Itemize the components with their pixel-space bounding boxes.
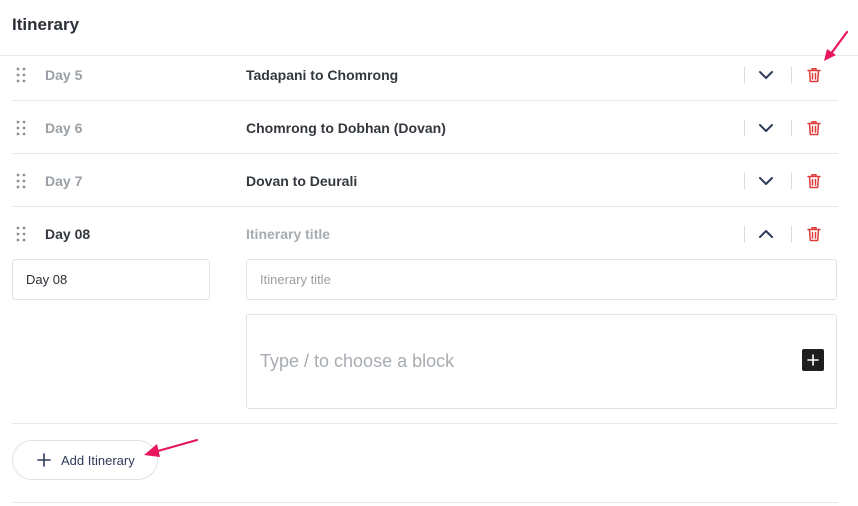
divider: [12, 502, 838, 503]
row-title[interactable]: Dovan to Deurali: [246, 173, 357, 189]
section-title: Itinerary: [12, 15, 80, 34]
plus-icon: [807, 354, 819, 366]
divider: [791, 225, 792, 242]
chevron-up-icon[interactable]: [757, 225, 775, 243]
trash-icon[interactable]: [805, 172, 823, 190]
row-title[interactable]: Chomrong to Dobhan (Dovan): [246, 120, 446, 136]
row-title[interactable]: Itinerary title: [246, 226, 330, 242]
divider: [744, 172, 745, 189]
day-label: Day 7: [45, 172, 83, 189]
trash-icon[interactable]: [805, 225, 823, 243]
divider: [791, 119, 792, 136]
itinerary-row: Day 7 Dovan to Deurali: [12, 154, 838, 207]
add-block-button[interactable]: [802, 349, 824, 371]
annotation-arrow-icon: [824, 30, 849, 61]
day-label: Day 6: [45, 119, 83, 136]
itinerary-row: Day 5 Tadapani to Chomrong: [12, 48, 838, 101]
annotation-arrow-icon: [144, 438, 199, 457]
add-itinerary-button[interactable]: Add Itinerary: [12, 440, 158, 480]
divider: [744, 66, 745, 83]
content-block-editor[interactable]: Type / to choose a block: [246, 314, 837, 409]
divider: [12, 423, 838, 424]
divider: [791, 66, 792, 83]
itinerary-row-expanded: Day 08 Itinerary title: [12, 207, 838, 260]
chevron-down-icon[interactable]: [757, 119, 775, 137]
add-itinerary-label: Add Itinerary: [61, 452, 135, 468]
trash-icon[interactable]: [805, 119, 823, 137]
itinerary-row: Day 6 Chomrong to Dobhan (Dovan): [12, 101, 838, 154]
block-editor-placeholder: Type / to choose a block: [260, 351, 455, 371]
plus-icon: [37, 453, 51, 467]
divider: [744, 119, 745, 136]
day-label: Day 08: [45, 225, 91, 242]
trash-icon[interactable]: [805, 66, 823, 84]
day-label: Day 5: [45, 66, 83, 83]
chevron-down-icon[interactable]: [757, 172, 775, 190]
drag-handle-icon[interactable]: [16, 120, 26, 136]
drag-handle-icon[interactable]: [16, 67, 26, 83]
chevron-down-icon[interactable]: [757, 66, 775, 84]
drag-handle-icon[interactable]: [16, 173, 26, 189]
row-title[interactable]: Tadapani to Chomrong: [246, 67, 398, 83]
divider: [744, 225, 745, 242]
day-input[interactable]: [12, 259, 210, 300]
itinerary-title-input[interactable]: [246, 259, 837, 300]
drag-handle-icon[interactable]: [16, 226, 26, 242]
divider: [791, 172, 792, 189]
